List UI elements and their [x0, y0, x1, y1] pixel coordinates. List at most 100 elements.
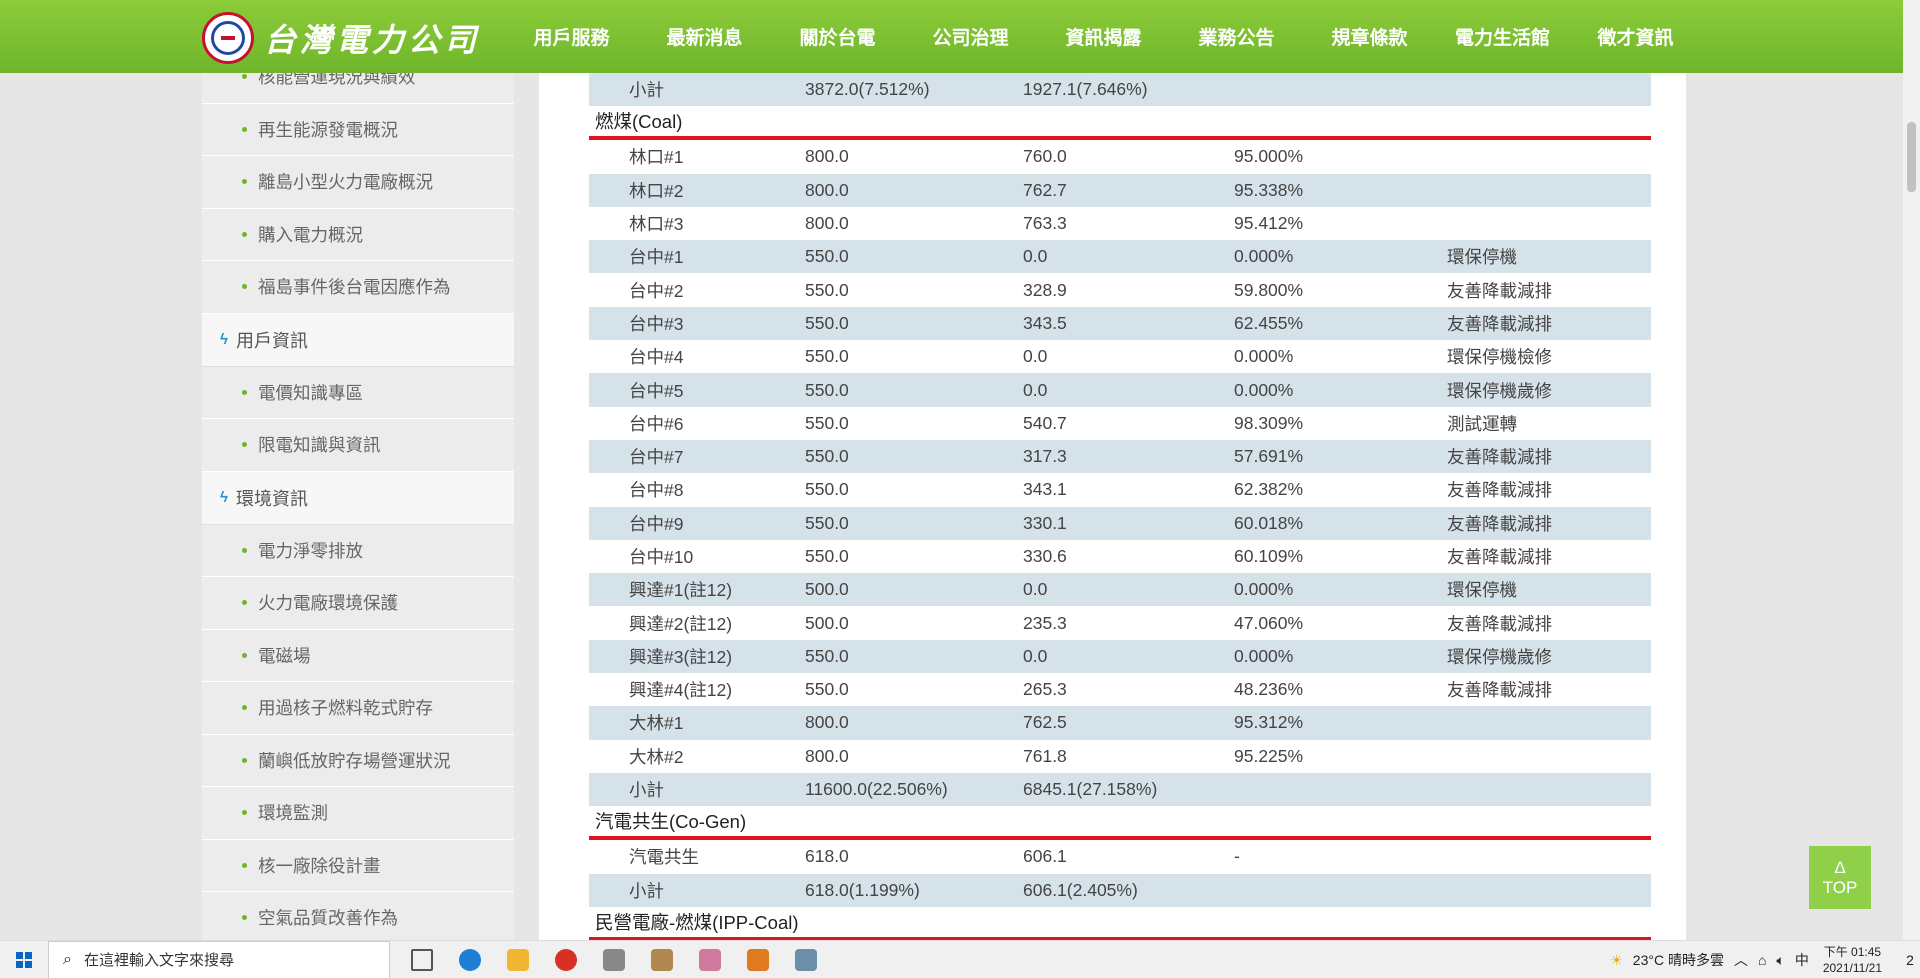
sidebar-item[interactable]: 核能營運現況與績效 [202, 73, 514, 104]
table-cell: 台中#1 [629, 247, 684, 268]
page-scrollbar[interactable] [1903, 0, 1920, 940]
table-row: 大林#1 800.0 762.5 95.312% [589, 706, 1651, 740]
sidebar-item[interactable]: 再生能源發電概況 [202, 103, 514, 156]
table-cell: 60.018% [1234, 512, 1304, 533]
volume-icon[interactable]: 🔈︎ [1776, 952, 1784, 969]
logo-text: 台灣電力公司 [264, 21, 481, 59]
sidebar-section[interactable]: ϟ 環境資訊 [202, 471, 514, 525]
bullet-icon [242, 862, 247, 868]
file-explorer-icon[interactable] [494, 941, 542, 978]
table-cell: 環保停機歲修 [1447, 646, 1552, 667]
table-cell: 友善降載減排 [1447, 613, 1552, 634]
nav-item[interactable]: 關於台電 [771, 0, 904, 73]
nav-item[interactable]: 徵才資訊 [1569, 0, 1702, 73]
table-cell: 59.800% [1234, 279, 1304, 300]
table-cell: 0.0 [1023, 645, 1048, 666]
scrollbar-thumb[interactable] [1907, 122, 1916, 192]
nav-item[interactable]: 業務公告 [1170, 0, 1303, 73]
network-icon[interactable]: ⌂ [1758, 952, 1766, 968]
taipower-logo[interactable]: 台灣電力公司 [202, 12, 480, 64]
sidebar-item-label: 電磁場 [258, 645, 311, 666]
taskbar-search-input[interactable]: ⌕ 在這裡輸入文字來搜尋 [48, 940, 390, 978]
sidebar-item-label: 空氣品質改善作為 [258, 908, 398, 929]
table-cell: 台中#10 [629, 547, 694, 567]
sidebar-item[interactable]: 火力電廠環境保護 [202, 577, 514, 630]
table-row: 台中#5 550.0 0.0 0.000% 環保停機歲修 [589, 373, 1651, 407]
table-cell: 800.0 [805, 745, 849, 766]
sidebar-item-label: 火力電廠環境保護 [258, 593, 398, 614]
table-row: 興達#2(註12) 500.0 235.3 47.060% 友善降載減排 [589, 606, 1651, 639]
table-cell: 0.000% [1234, 346, 1294, 367]
sidebar-item[interactable]: 空氣品質改善作為 [202, 892, 514, 940]
sidebar-item[interactable]: 福島事件後台電因應作為 [202, 261, 514, 314]
table-row: 興達#4(註12) 550.0 265.3 48.236% 友善降載減排 [589, 673, 1651, 706]
nav-item[interactable]: 資訊揭露 [1037, 0, 1170, 73]
sidebar-section-label: 用戶資訊 [235, 330, 308, 351]
app-glyph [411, 948, 433, 971]
table-cell: 台中#9 [629, 513, 684, 534]
sidebar-item[interactable]: 離島小型火力電廠概況 [202, 156, 514, 209]
table-cell: 800.0 [805, 179, 849, 200]
table-row: 林口#2 800.0 762.7 95.338% [589, 173, 1651, 207]
notification-center-icon[interactable]: 2 [1890, 941, 1920, 978]
table-cell: 測試運轉 [1447, 413, 1517, 434]
sidebar-section[interactable]: ϟ 用戶資訊 [202, 313, 514, 367]
bullet-icon [242, 652, 247, 658]
sidebar-item[interactable]: 環境監測 [202, 787, 514, 840]
table-cell: 550.0 [805, 346, 849, 367]
table-row: 小計 11600.0(22.506%) 6845.1(27.158%) [589, 772, 1651, 807]
sidebar-item[interactable]: 限電知識與資訊 [202, 419, 514, 472]
table-cell: 0.0 [1023, 579, 1048, 600]
chevron-up-icon[interactable]: ︿ [1734, 950, 1748, 970]
sidebar-item[interactable]: 蘭嶼低放貯存場營運狀況 [202, 734, 514, 787]
sidebar-item[interactable]: 核一廠除役計畫 [202, 839, 514, 892]
table-section-title: 燃煤(Coal) [589, 106, 1651, 141]
table-cell: 800.0 [805, 213, 849, 234]
start-button[interactable] [0, 941, 48, 978]
table-cell: 343.5 [1023, 312, 1067, 333]
table-cell: 62.382% [1234, 479, 1304, 500]
bullet-icon [242, 126, 247, 132]
table-cell: 618.0 [805, 846, 849, 867]
back-to-top-button[interactable]: Δ TOP [1809, 846, 1871, 909]
nav-item[interactable]: 最新消息 [638, 0, 771, 73]
table-cell: 550.0 [805, 546, 849, 566]
nav-item[interactable]: 規章條款 [1303, 0, 1436, 73]
edge-icon[interactable] [446, 941, 494, 978]
sidebar-item-label: 環境監測 [258, 803, 328, 824]
app-glyph [795, 948, 817, 971]
table-cell: 友善降載減排 [1447, 513, 1552, 534]
app-icon[interactable] [782, 941, 830, 978]
table-cell: 95.312% [1234, 712, 1304, 733]
sidebar-item[interactable]: 用過核子燃料乾式貯存 [202, 682, 514, 735]
chrome-icon[interactable] [542, 941, 590, 978]
search-icon: ⌕ [63, 950, 72, 968]
sidebar-item[interactable]: 電磁場 [202, 629, 514, 682]
bullet-icon [242, 389, 247, 395]
app-glyph [603, 948, 625, 971]
taskbar-apps [398, 941, 830, 978]
sidebar-item[interactable]: 電力淨零排放 [202, 524, 514, 577]
logo-seal-icon [202, 12, 254, 64]
nav-item[interactable]: 用戶服務 [505, 0, 638, 73]
ime-indicator[interactable]: 中 [1795, 950, 1809, 970]
app-glyph [459, 948, 481, 971]
clock[interactable]: 下午 01:45 2021/11/21 [1823, 944, 1882, 976]
app-icon[interactable] [734, 941, 782, 978]
table-cell: 林口#2 [629, 180, 684, 201]
table-cell: 台中#4 [629, 347, 684, 368]
app-icon[interactable] [590, 941, 638, 978]
app-icon[interactable] [638, 941, 686, 978]
weather-icon[interactable]: ☀ [1610, 952, 1623, 969]
nav-item[interactable]: 電力生活館 [1436, 0, 1569, 73]
sidebar-item[interactable]: 購入電力概況 [202, 208, 514, 261]
nav-item[interactable]: 公司治理 [904, 0, 1037, 73]
bullet-icon [242, 810, 247, 816]
table-cell: 235.3 [1023, 612, 1067, 633]
sidebar-item-label: 再生能源發電概況 [258, 119, 398, 140]
table-cell: 328.9 [1023, 279, 1067, 300]
weather-text[interactable]: 23°C 晴時多雲 [1633, 950, 1724, 970]
app-icon[interactable] [686, 941, 734, 978]
task-view-icon[interactable] [398, 941, 446, 978]
sidebar-item[interactable]: 電價知識專區 [202, 366, 514, 419]
